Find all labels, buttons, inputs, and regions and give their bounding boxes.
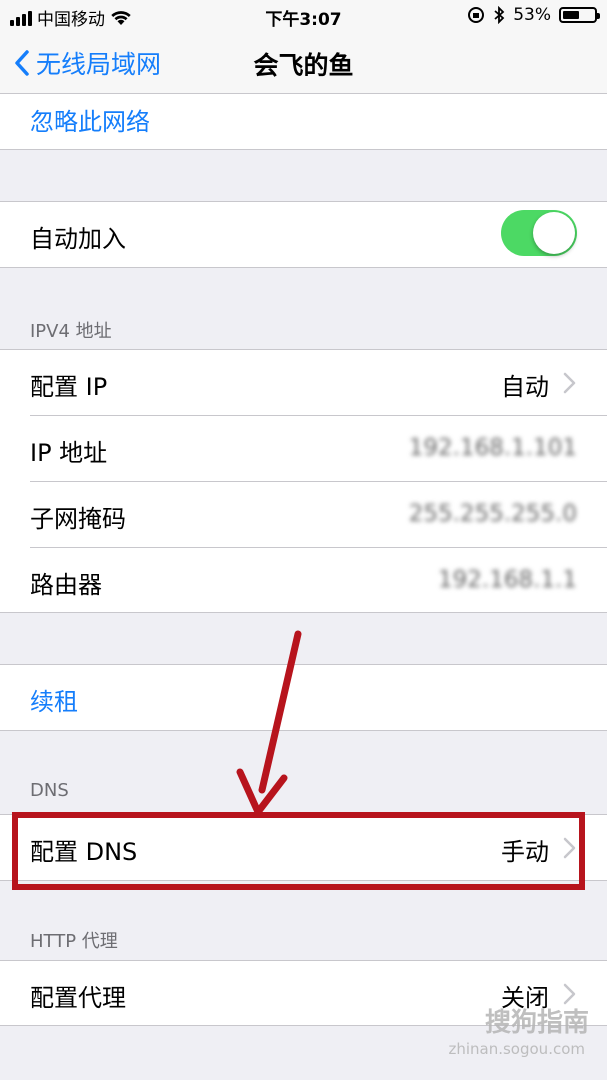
annotation-highlight-box [12,812,585,890]
watermark-url: zhinan.sogou.com [448,1040,585,1058]
watermark-logo: 搜狗指南 [484,1008,589,1038]
annotation-arrow [236,630,302,816]
